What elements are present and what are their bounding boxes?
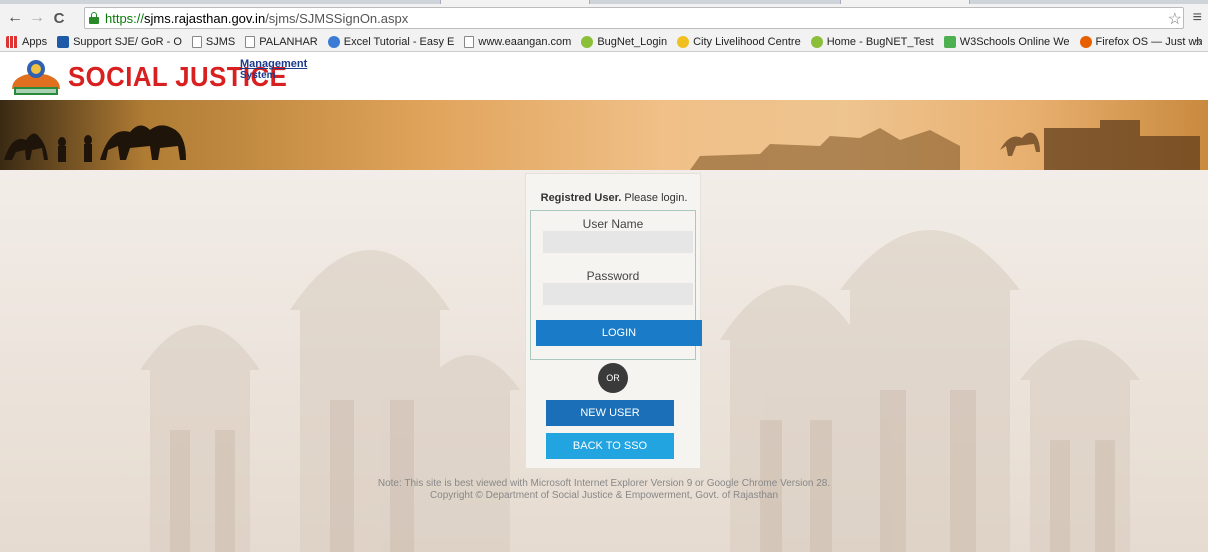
bookmark-item[interactable]: BugNet_Login — [581, 35, 668, 48]
login-heading: Registred User. Please login. — [540, 192, 688, 204]
menu-icon[interactable]: ≡ — [1193, 9, 1202, 27]
footer-note: Note: This site is best viewed with Micr… — [0, 478, 1208, 502]
back-arrow-icon[interactable]: ← — [4, 7, 26, 29]
bug-icon — [810, 35, 823, 48]
blue-icon — [57, 35, 70, 48]
doc-icon — [464, 35, 475, 48]
or-divider: OR — [598, 363, 628, 393]
bookmark-label: PALANHAR — [259, 35, 318, 48]
bookmarks-bar: Apps Support SJE/ GoR - O SJMS PALANHAR Exce… — [0, 32, 1208, 52]
bookmark-label: BugNet_Login — [597, 35, 668, 48]
bookmark-label: Home - BugNET_Test — [826, 35, 934, 48]
bookmark-item[interactable]: PALANHAR — [245, 35, 318, 48]
bookmark-label: W3Schools Online We — [959, 35, 1070, 48]
logo-emblem-icon — [12, 60, 60, 95]
header-banner — [0, 100, 1208, 170]
bug-icon — [581, 35, 594, 48]
bookmark-item[interactable]: Home - BugNET_Test — [810, 35, 934, 48]
ff-icon — [1079, 35, 1092, 48]
username-label: User Name — [582, 217, 644, 231]
grid-icon — [6, 35, 18, 48]
bookmark-label: Excel Tutorial - Easy E — [343, 35, 455, 48]
bookmark-item[interactable]: SJMS — [191, 35, 236, 48]
excel-icon — [327, 35, 340, 48]
site-header: SOCIAL JUSTICE Management System — [0, 53, 1208, 100]
password-input[interactable] — [543, 283, 693, 305]
w3-icon — [943, 35, 956, 48]
back-to-sso-button[interactable]: BACK TO SSO — [546, 433, 674, 459]
bookmark-item[interactable]: City Livelihood Centre — [677, 35, 801, 48]
password-label: Password — [586, 269, 640, 283]
browser-toolbar: ← → C https://sjms.rajasthan.gov.in/sjms… — [0, 4, 1208, 32]
browser-note: Note: This site is best viewed with Micr… — [377, 478, 831, 489]
copyright-text: Copyright © Department of Social Justice… — [429, 490, 779, 501]
doc-icon — [245, 35, 256, 48]
brand-subtitle: Management System — [240, 58, 308, 82]
bookmark-label: Firefox OS — Just wh — [1095, 35, 1203, 48]
bookmark-item[interactable]: www.eaangan.com — [464, 35, 572, 48]
forward-arrow-icon[interactable]: → — [26, 7, 48, 29]
bookmark-item[interactable]: Support SJE/ GoR - O — [57, 35, 182, 48]
lock-icon — [89, 12, 99, 24]
reload-icon[interactable]: C — [48, 7, 70, 29]
desert-silhouette-icon — [4, 120, 1200, 170]
url-text: https://sjms.rajasthan.gov.in/sjms/SJMSS… — [105, 10, 409, 26]
bookmark-star-icon[interactable]: ☆ — [1168, 9, 1182, 29]
new-user-button[interactable]: NEW USER — [546, 400, 674, 426]
login-button[interactable]: LOGIN — [536, 320, 702, 346]
address-bar[interactable]: https://sjms.rajasthan.gov.in/sjms/SJMSS… — [84, 7, 1184, 29]
doc-icon — [191, 35, 202, 48]
bookmark-item[interactable]: Apps — [6, 35, 48, 48]
bookmark-label: www.eaangan.com — [478, 35, 572, 48]
bookmark-item[interactable]: Excel Tutorial - Easy E — [327, 35, 455, 48]
bookmark-item[interactable]: Firefox OS — Just wh — [1079, 35, 1203, 48]
bookmark-label: Support SJE/ GoR - O — [73, 35, 182, 48]
bookmark-label: Apps — [22, 35, 48, 48]
bookmark-label: City Livelihood Centre — [693, 35, 801, 48]
username-input[interactable] — [543, 231, 693, 253]
bookmarks-more-icon[interactable]: » — [1195, 35, 1202, 49]
bookmark-item[interactable]: W3Schools Online We — [943, 35, 1070, 48]
bookmark-label: SJMS — [205, 35, 236, 48]
smile-icon — [677, 35, 690, 48]
